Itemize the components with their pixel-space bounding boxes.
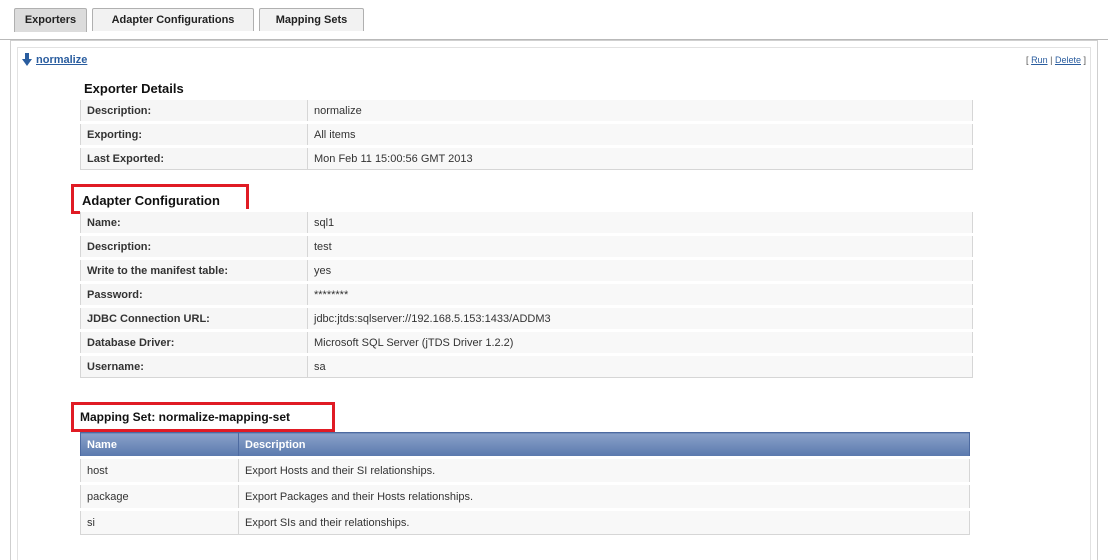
config-row: Name: sql1 [80, 209, 973, 235]
exporter-details-title: Exporter Details [84, 81, 184, 96]
detail-value: All items [307, 121, 973, 147]
mapping-description-cell: Export SIs and their relationships. [238, 508, 970, 535]
detail-label: Last Exported: [80, 145, 308, 170]
config-label: Password: [80, 281, 308, 307]
actions-close-bracket: ] [1083, 55, 1086, 65]
tab-bar: Exporters Adapter Configurations Mapping… [0, 8, 1108, 40]
config-value: sa [307, 353, 973, 378]
tab-mapping-sets[interactable]: Mapping Sets [259, 8, 364, 31]
detail-value: normalize [307, 97, 973, 123]
mapping-set-table: Name Description host Export Hosts and t… [80, 432, 970, 535]
table-row: host Export Hosts and their SI relations… [80, 456, 970, 484]
config-row: JDBC Connection URL: jdbc:jtds:sqlserver… [80, 305, 973, 331]
config-label: Write to the manifest table: [80, 257, 308, 283]
config-label: Database Driver: [80, 329, 308, 355]
detail-label: Description: [80, 97, 308, 123]
table-row: si Export SIs and their relationships. [80, 508, 970, 535]
actions-open-bracket: [ [1026, 55, 1029, 65]
column-header-name[interactable]: Name [80, 432, 239, 458]
exporter-details-table: Description: normalize Exporting: All it… [80, 97, 973, 170]
mapping-description-cell: Export Packages and their Hosts relation… [238, 482, 970, 510]
tab-adapter-configurations[interactable]: Adapter Configurations [92, 8, 254, 31]
config-row: Write to the manifest table: yes [80, 257, 973, 283]
config-row: Description: test [80, 233, 973, 259]
exporter-name-link[interactable]: normalize [36, 54, 87, 66]
tab-exporters[interactable]: Exporters [14, 8, 87, 32]
config-value: ******** [307, 281, 973, 307]
table-header-row: Name Description [80, 432, 970, 458]
detail-label: Exporting: [80, 121, 308, 147]
mapping-description-cell: Export Hosts and their SI relationships. [238, 456, 970, 484]
config-value: jdbc:jtds:sqlserver://192.168.5.153:1433… [307, 305, 973, 331]
config-row: Password: ******** [80, 281, 973, 307]
detail-row: Last Exported: Mon Feb 11 15:00:56 GMT 2… [80, 145, 973, 170]
highlight-box-mapping-set [71, 402, 335, 432]
config-value: Microsoft SQL Server (jTDS Driver 1.2.2) [307, 329, 973, 355]
adapter-configuration-table: Name: sql1 Description: test Write to th… [80, 209, 973, 378]
table-row: package Export Packages and their Hosts … [80, 482, 970, 510]
actions-separator: | [1050, 55, 1053, 65]
config-row: Username: sa [80, 353, 973, 378]
detail-row: Exporting: All items [80, 121, 973, 147]
detail-value: Mon Feb 11 15:00:56 GMT 2013 [307, 145, 973, 170]
config-value: test [307, 233, 973, 259]
column-header-description[interactable]: Description [238, 432, 970, 458]
config-label: JDBC Connection URL: [80, 305, 308, 331]
config-label: Description: [80, 233, 308, 259]
delete-link[interactable]: Delete [1055, 55, 1081, 65]
run-link[interactable]: Run [1031, 55, 1048, 65]
config-row: Database Driver: Microsoft SQL Server (j… [80, 329, 973, 355]
exporter-actions: [ Run | Delete ] [1026, 55, 1086, 65]
config-value: yes [307, 257, 973, 283]
mapping-name-cell: si [80, 508, 239, 535]
detail-row: Description: normalize [80, 97, 973, 123]
mapping-name-cell: package [80, 482, 239, 510]
mapping-name-cell: host [80, 456, 239, 484]
config-label: Username: [80, 353, 308, 378]
config-value: sql1 [307, 209, 973, 235]
arrow-down-icon[interactable] [22, 53, 32, 67]
config-label: Name: [80, 209, 308, 235]
